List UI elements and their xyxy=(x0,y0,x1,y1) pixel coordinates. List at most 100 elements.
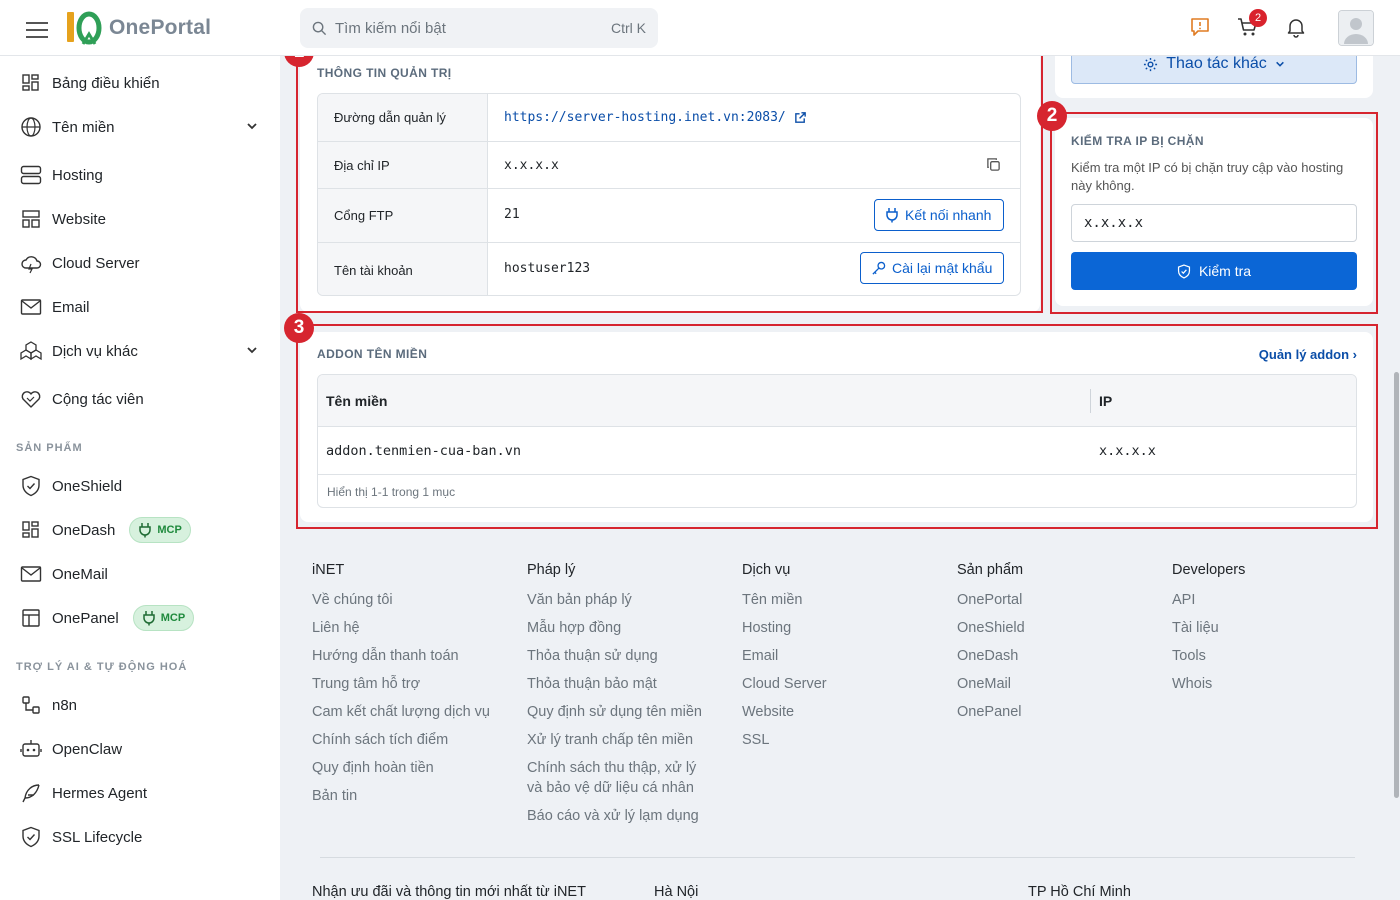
sidebar-item-oneshield[interactable]: OneShield xyxy=(0,468,280,504)
footer-link[interactable]: Tools xyxy=(1172,646,1362,666)
quick-connect-button[interactable]: Kết nối nhanh xyxy=(874,199,1004,231)
sidebar-item-domain[interactable]: Tên miền xyxy=(0,109,280,145)
footer-link[interactable]: Về chúng tôi xyxy=(312,590,512,610)
footer-link[interactable]: Cam kết chất lượng dịch vụ xyxy=(312,702,512,722)
sidebar-item-label: Cộng tác viên xyxy=(52,390,144,408)
logo-mark-icon xyxy=(67,11,102,45)
info-row-ip: Địa chỉ IP x.x.x.x xyxy=(318,142,1020,189)
footer-link[interactable]: SSL xyxy=(742,730,942,750)
sidebar-item-affiliate[interactable]: Cộng tác viên xyxy=(0,381,280,417)
sidebar-item-label: Hermes Agent xyxy=(52,784,148,802)
footer-office-hcm: TP Hồ Chí Minh xyxy=(1028,884,1131,900)
sidebar-item-onedash[interactable]: OneDash MCP xyxy=(0,512,280,548)
footer-link[interactable]: Hosting xyxy=(742,618,942,638)
manage-addon-link[interactable]: Quản lý addon › xyxy=(1230,347,1357,362)
external-link-icon xyxy=(794,112,806,123)
footer-link[interactable]: OneMail xyxy=(957,674,1157,694)
footer-link[interactable]: Liên hệ xyxy=(312,618,512,638)
footer-link[interactable]: OneDash xyxy=(957,646,1157,666)
chevron-down-icon[interactable] xyxy=(246,343,258,361)
footer-link[interactable]: Hướng dẫn thanh toán xyxy=(312,646,512,666)
section-title-products: SẢN PHẨM xyxy=(16,442,83,454)
cubes-icon xyxy=(20,340,42,362)
footer-link[interactable]: Quy định sử dụng tên miền xyxy=(527,702,727,722)
sidebar-item-onepanel[interactable]: OnePanel MCP xyxy=(0,600,280,636)
app-name: OnePortal xyxy=(109,16,212,39)
sidebar-item-hermes-agent[interactable]: Hermes Agent xyxy=(0,775,280,811)
footer-link[interactable]: OnePortal xyxy=(957,590,1157,610)
footer-link[interactable]: Văn bản pháp lý xyxy=(527,590,727,610)
footer-link[interactable]: OneShield xyxy=(957,618,1157,638)
feather-icon xyxy=(20,782,42,804)
sidebar-item-website[interactable]: Website xyxy=(0,201,280,237)
footer-link[interactable]: Website xyxy=(742,702,942,722)
avatar[interactable] xyxy=(1338,10,1374,46)
admin-url-link[interactable]: https://server-hosting.inet.vn:2083/ xyxy=(504,110,807,125)
ip-check-input[interactable] xyxy=(1071,204,1357,242)
panel-icon xyxy=(20,607,42,629)
feedback-icon[interactable] xyxy=(1188,15,1214,41)
sidebar-item-n8n[interactable]: n8n xyxy=(0,687,280,723)
reset-password-button[interactable]: Cài lại mật khẩu xyxy=(860,252,1004,284)
footer-link[interactable]: Chính sách tích điểm xyxy=(312,730,512,750)
footer-link[interactable]: Cloud Server xyxy=(742,674,942,694)
chevron-down-icon[interactable] xyxy=(246,119,258,137)
sidebar-item-dashboard[interactable]: Bảng điều khiển xyxy=(0,65,280,101)
sidebar-item-other-services[interactable]: Dịch vụ khác xyxy=(0,333,280,369)
more-actions-label: Thao tác khác xyxy=(1166,55,1267,72)
shield-icon xyxy=(20,475,42,497)
app-logo[interactable]: OnePortal xyxy=(65,10,211,46)
sidebar-item-label: Tên miền xyxy=(52,118,115,136)
column-header-ip[interactable]: IP xyxy=(1099,393,1112,409)
footer-link[interactable]: Whois xyxy=(1172,674,1362,694)
footer-link[interactable]: Tài liệu xyxy=(1172,618,1362,638)
footer-link[interactable]: Quy định hoàn tiền xyxy=(312,758,512,778)
footer-link[interactable]: Thỏa thuận bảo mật xyxy=(527,674,727,694)
dashboard-icon xyxy=(20,519,42,541)
column-header-domain[interactable]: Tên miền xyxy=(326,393,387,409)
footer-link[interactable]: Chính sách thu thập, xử lý và bảo vệ dữ … xyxy=(527,758,712,798)
footer-link[interactable]: Xử lý tranh chấp tên miền xyxy=(527,730,727,750)
footer-column-products: Sản phẩm OnePortal OneShield OneDash One… xyxy=(957,562,1157,730)
search-input[interactable]: Tìm kiếm nổi bật Ctrl K xyxy=(300,8,658,48)
sidebar-item-label: Email xyxy=(52,298,90,316)
sidebar-item-email[interactable]: Email xyxy=(0,289,280,325)
sidebar-item-cloud-server[interactable]: Cloud Server xyxy=(0,245,280,281)
sidebar-item-label: Cloud Server xyxy=(52,254,140,272)
footer-link[interactable]: API xyxy=(1172,590,1362,610)
footer-link[interactable]: OnePanel xyxy=(957,702,1157,722)
quick-connect-label: Kết nối nhanh xyxy=(905,207,992,223)
footer-heading: Sản phẩm xyxy=(957,562,1024,578)
menu-toggle-icon[interactable] xyxy=(26,18,48,38)
copy-icon[interactable] xyxy=(986,157,1001,177)
scrollbar-thumb[interactable] xyxy=(1394,372,1399,798)
plug-icon xyxy=(886,208,898,223)
footer-office-hanoi: Hà Nội xyxy=(654,884,699,900)
footer-link[interactable]: Bản tin xyxy=(312,786,512,806)
sidebar-item-ssl-lifecycle[interactable]: SSL Lifecycle xyxy=(0,819,280,855)
footer-link[interactable]: Thỏa thuận sử dụng xyxy=(527,646,727,666)
footer-newsletter-title: Nhận ưu đãi và thông tin mới nhất từ iNE… xyxy=(312,884,586,900)
plug-icon xyxy=(142,611,155,626)
bell-icon[interactable] xyxy=(1284,15,1310,41)
top-bar: OnePortal Tìm kiếm nổi bật Ctrl K 2 xyxy=(0,0,1400,56)
footer-link[interactable]: Email xyxy=(742,646,942,666)
info-key: Địa chỉ IP xyxy=(318,142,488,188)
cart-badge: 2 xyxy=(1249,9,1267,27)
sidebar-item-label: OneDash xyxy=(52,521,116,539)
footer-link[interactable]: Tên miền xyxy=(742,590,942,610)
plug-icon xyxy=(139,523,152,538)
check-ip-button[interactable]: Kiểm tra xyxy=(1071,252,1357,290)
mcp-badge-label: MCP xyxy=(160,612,186,624)
sidebar-item-hosting[interactable]: Hosting xyxy=(0,157,280,193)
footer-link[interactable]: Mẫu hợp đồng xyxy=(527,618,727,638)
search-shortcut: Ctrl K xyxy=(611,20,646,36)
footer-link[interactable]: Trung tâm hỗ trợ xyxy=(312,674,512,694)
sidebar-item-onemail[interactable]: OneMail xyxy=(0,556,280,592)
footer-link[interactable]: Báo cáo và xử lý lạm dụng xyxy=(527,806,727,826)
info-row-ftp-port: Cổng FTP 21 Kết nối nhanh xyxy=(318,189,1020,243)
sidebar-item-openclaw[interactable]: OpenClaw xyxy=(0,731,280,767)
globe-icon xyxy=(20,116,42,138)
footer-column-developers: Developers API Tài liệu Tools Whois xyxy=(1172,562,1362,702)
admin-info-title: THÔNG TIN QUẢN TRỊ xyxy=(317,66,452,80)
